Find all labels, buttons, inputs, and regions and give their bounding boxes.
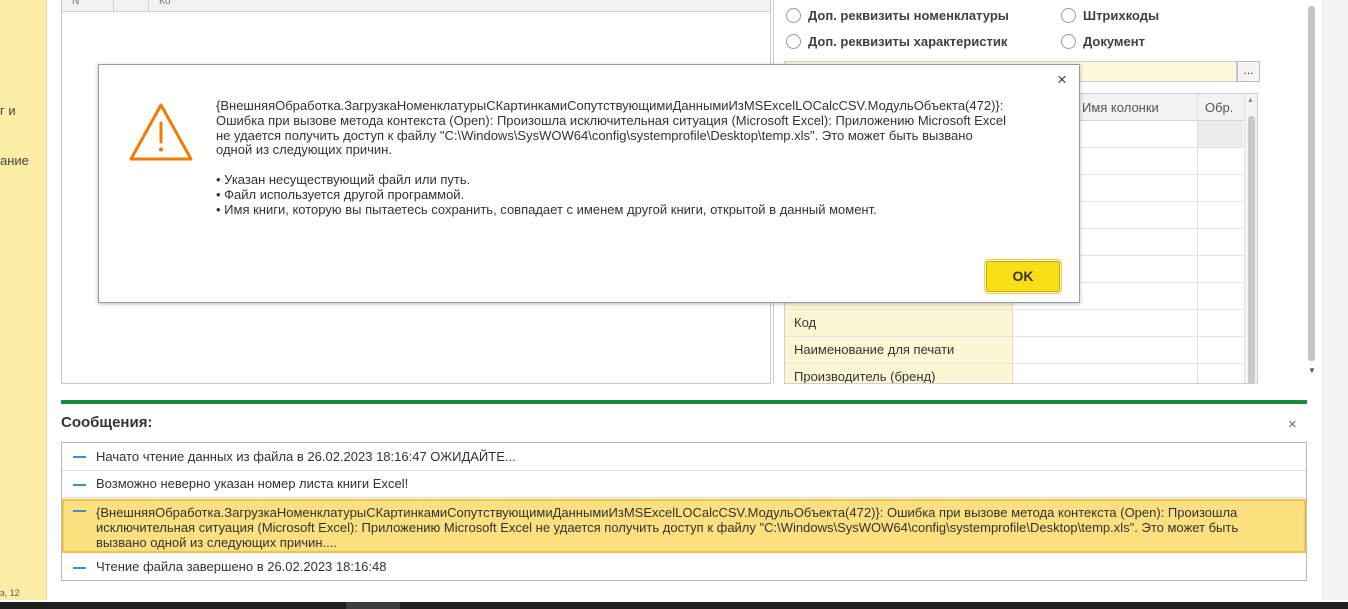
left-table-header: N Ко <box>62 0 770 12</box>
scrollbar-thumb[interactable] <box>1248 116 1255 383</box>
messages-list: Начато чтение данных из файла в 26.02.20… <box>61 442 1307 581</box>
dialog-reason: • Имя книги, которую вы пытаетесь сохран… <box>216 201 877 217</box>
radio-icon[interactable] <box>786 34 801 49</box>
list-item[interactable]: Начато чтение данных из файла в 26.02.20… <box>62 443 1306 471</box>
row-name-cell[interactable]: Производитель (бренд) <box>785 364 1012 383</box>
right-edge-panel <box>1322 0 1348 600</box>
warning-icon <box>129 103 193 161</box>
radio-label: Доп. реквизиты характеристик <box>808 34 1008 49</box>
dialog-message: {ВнешняяОбработка.ЗагрузкаНоменклатурыСК… <box>216 98 1046 218</box>
row-name-cell[interactable]: Наименование для печати <box>785 337 1012 363</box>
column-divider <box>113 0 114 12</box>
radio-label: Штрихкоды <box>1083 8 1160 23</box>
table-row[interactable]: Наименование для печати <box>785 337 1245 364</box>
dash-icon <box>73 484 86 486</box>
dialog-reason: • Указан несуществующий файл или путь. <box>216 172 471 188</box>
right-panel-scrollbar[interactable]: ▼ <box>1306 0 1318 384</box>
scroll-up-icon[interactable]: ▲ <box>1247 97 1254 104</box>
message-text: Чтение файла завершено в 26.02.2023 18:1… <box>96 559 387 574</box>
dialog-reason: • Файл используется другой программой. <box>216 186 465 202</box>
scrollbar-thumb[interactable] <box>1308 6 1315 361</box>
column-name-header[interactable]: Имя колонки <box>1082 100 1159 115</box>
dash-icon <box>73 510 86 512</box>
columns-table-scrollbar[interactable]: ▲ <box>1244 94 1257 383</box>
radio-option-characteristic-props[interactable]: Доп. реквизиты характеристик <box>786 34 1007 49</box>
radio-label: Доп. реквизиты номенклатуры <box>808 8 1009 23</box>
table-row[interactable]: Код <box>785 310 1245 337</box>
radio-option-barcodes[interactable]: Штрихкоды <box>1061 8 1159 23</box>
list-item[interactable]: Чтение файла завершено в 26.02.2023 18:1… <box>62 554 1306 581</box>
radio-icon[interactable] <box>1061 8 1076 23</box>
left-table-col-n: N <box>72 0 80 7</box>
scroll-down-icon[interactable]: ▼ <box>1308 366 1316 375</box>
sidebar-bottom-text: э, 12 <box>0 588 20 598</box>
close-icon[interactable]: × <box>1057 70 1067 90</box>
table-row[interactable]: Производитель (бренд) <box>785 364 1245 383</box>
radio-icon[interactable] <box>786 8 801 23</box>
column-divider <box>148 0 149 12</box>
sidebar-fragment-2[interactable]: ание <box>0 153 29 168</box>
messages-separator <box>61 400 1307 404</box>
ok-button[interactable]: OK <box>984 259 1062 294</box>
message-text: {ВнешняяОбработка.ЗагрузкаНоменклатурыСК… <box>96 505 1239 550</box>
dash-icon <box>73 567 86 569</box>
message-text: Начато чтение данных из файла в 26.02.20… <box>96 449 516 464</box>
row-name-cell[interactable]: Код <box>785 310 1012 336</box>
taskbar-item[interactable] <box>346 602 400 609</box>
list-item[interactable]: Возможно неверно указан номер листа книг… <box>62 471 1306 498</box>
list-item-selected[interactable]: {ВнешняяОбработка.ЗагрузкаНоменклатурыСК… <box>62 499 1306 553</box>
choose-file-button[interactable]: ... <box>1237 61 1260 82</box>
dash-icon <box>73 456 86 458</box>
left-table-col-code: Ко <box>159 0 171 7</box>
left-sidebar: г и ание э, 12 <box>0 0 47 600</box>
messages-title: Сообщения: <box>61 414 153 431</box>
radio-option-document[interactable]: Документ <box>1061 34 1145 49</box>
sidebar-fragment-1[interactable]: г и <box>0 103 16 118</box>
dialog-error-text: {ВнешняяОбработка.ЗагрузкаНоменклатурыСК… <box>216 98 1006 158</box>
close-icon[interactable]: × <box>1288 416 1297 433</box>
radio-icon[interactable] <box>1061 34 1076 49</box>
message-text: Возможно неверно указан номер листа книг… <box>96 476 409 491</box>
radio-option-nomenclature-props[interactable]: Доп. реквизиты номенклатуры <box>786 8 1009 23</box>
error-dialog: × {ВнешняяОбработка.ЗагрузкаНоменклатуры… <box>98 64 1080 303</box>
radio-label: Документ <box>1083 34 1145 49</box>
column-processing-header[interactable]: Обр. <box>1205 100 1233 115</box>
taskbar <box>0 602 1348 609</box>
